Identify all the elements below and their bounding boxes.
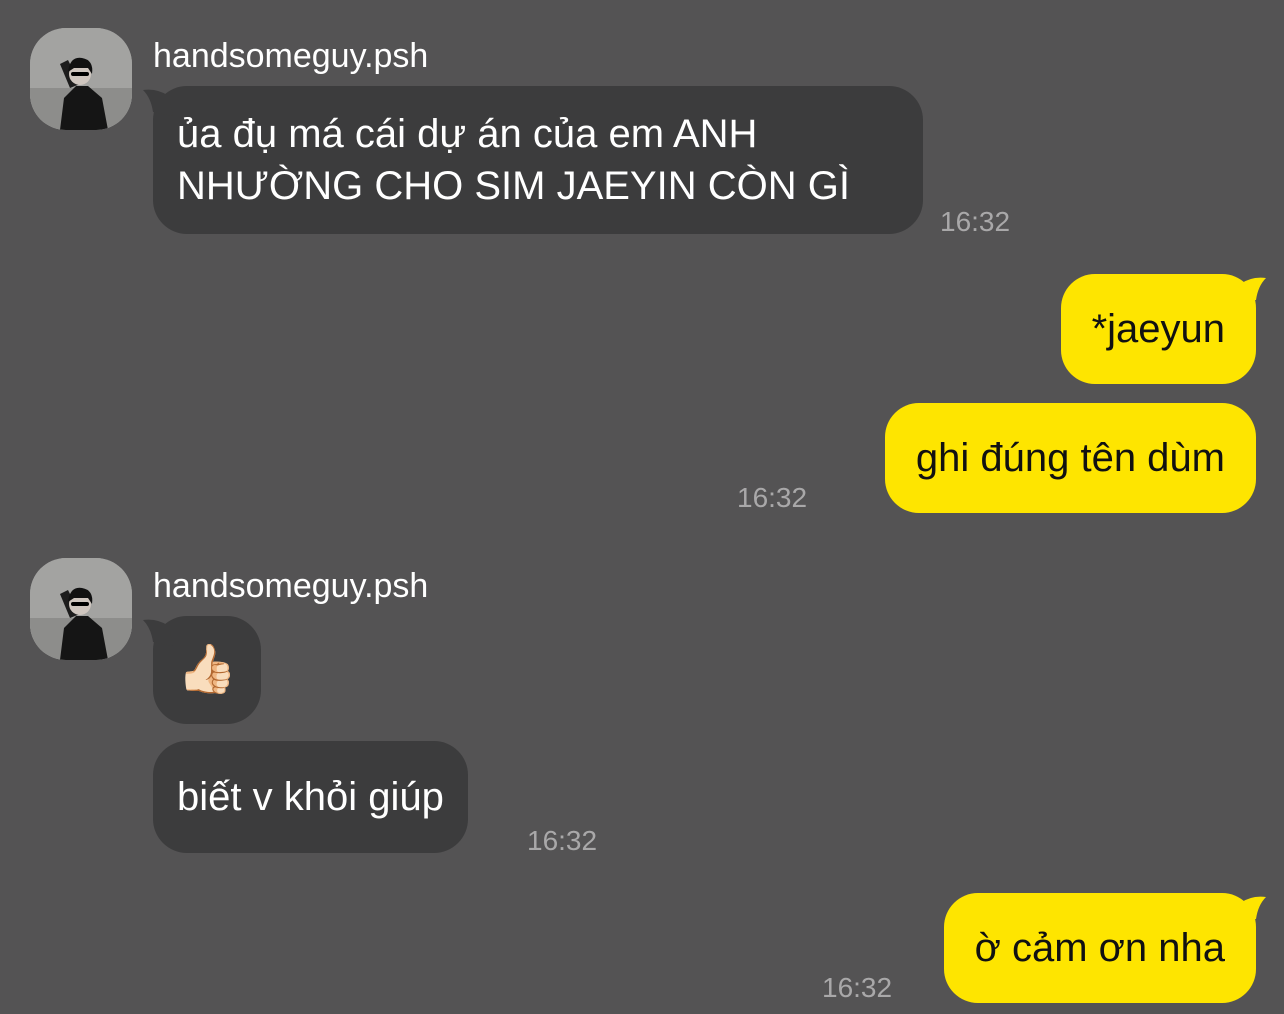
profile-photo-icon [30,558,132,660]
sender-name: handsomeguy.psh [153,567,429,605]
chat-view[interactable]: handsomeguy.psh ủa đụ má cái dự án của e… [0,0,1284,1014]
sender-avatar[interactable] [30,558,132,660]
sender-avatar[interactable] [30,28,132,130]
message-bubble[interactable]: ủa đụ má cái dự án của em ANH NHƯỜNG CHO… [143,86,923,234]
message-timestamp: 16:32 [940,206,1011,237]
message-bubble[interactable]: *jaeyun [1060,274,1266,384]
message-bubble[interactable]: ờ cảm ơn nha [943,893,1266,1003]
message-bubble[interactable]: biết v khỏi giúp [153,741,468,853]
message-timestamp: 16:32 [737,482,808,513]
profile-photo-icon [30,28,132,130]
bubble-tail-icon [143,619,173,646]
bubble-tail-icon [1236,277,1266,304]
bubble-tail-icon [143,89,173,116]
message-bubble[interactable]: ghi đúng tên dùm [884,403,1256,513]
thumbs-up-icon: 👍🏻 [177,643,237,696]
message-text: *jaeyun [1091,307,1225,351]
message-text: ghi đúng tên dùm [915,436,1225,480]
message-text-line: ủa đụ má cái dự án của em ANH [177,112,758,156]
message-text: biết v khỏi giúp [177,775,444,819]
bubble-tail-icon [1236,896,1266,923]
message-text: ờ cảm ơn nha [974,926,1225,970]
sender-name: handsomeguy.psh [153,37,429,75]
message-timestamp: 16:32 [822,972,893,1003]
message-text-line: NHƯỜNG CHO SIM JAEYIN CÒN GÌ [177,164,850,208]
emoji-bubble[interactable]: 👍🏻 [143,616,261,724]
message-timestamp: 16:32 [527,825,598,856]
